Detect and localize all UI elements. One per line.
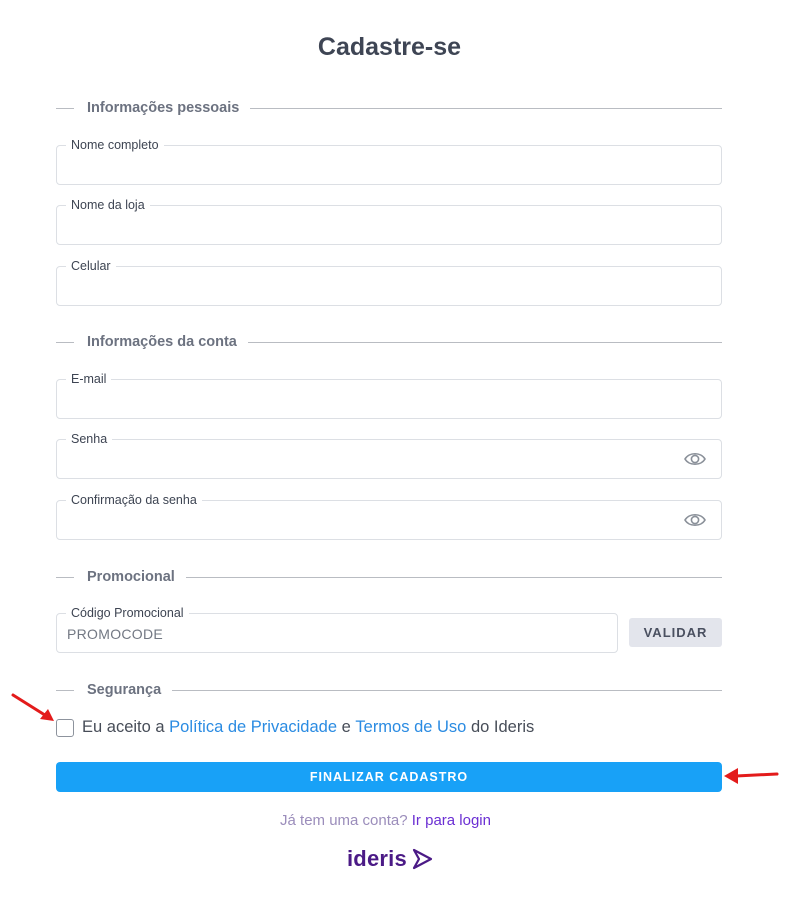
- privacy-policy-link[interactable]: Política de Privacidade: [169, 718, 337, 737]
- promo-code-label: Código Promocional: [66, 605, 189, 621]
- login-question: Já tem uma conta?: [280, 812, 408, 829]
- finish-registration-button[interactable]: FINALIZAR CADASTRO: [56, 762, 722, 792]
- divider: [56, 576, 74, 578]
- section-label: Segurança: [87, 682, 162, 698]
- store-name-label: Nome da loja: [66, 197, 150, 213]
- login-prompt: Já tem uma conta? Ir para login: [0, 812, 771, 829]
- terms-agreement: Eu aceito a Política de Privacidade e Te…: [56, 718, 534, 737]
- divider: [56, 107, 74, 109]
- section-label: Promocional: [87, 569, 175, 585]
- promo-code-field[interactable]: Código Promocional PROMOCODE: [56, 605, 618, 653]
- email-label: E-mail: [66, 371, 112, 387]
- validate-button[interactable]: VALIDAR: [629, 618, 722, 647]
- section-security: Segurança: [56, 680, 722, 700]
- terms-checkbox[interactable]: [56, 718, 74, 737]
- page-title: Cadastre-se: [317, 33, 462, 61]
- store-name-field[interactable]: Nome da loja: [56, 197, 722, 245]
- password-label: Senha: [66, 431, 113, 447]
- phone-field[interactable]: Celular: [56, 258, 722, 306]
- divider: [56, 341, 74, 343]
- full-name-field[interactable]: Nome completo: [56, 137, 722, 185]
- password-confirm-label: Confirmação da senha: [66, 492, 202, 508]
- promo-code-value: PROMOCODE: [67, 626, 164, 642]
- section-personal-info: Informações pessoais: [56, 98, 722, 118]
- divider: [185, 576, 722, 578]
- password-confirm-field[interactable]: Confirmação da senha: [56, 492, 722, 540]
- divider: [172, 689, 722, 691]
- eye-icon[interactable]: [683, 510, 707, 530]
- login-link[interactable]: Ir para login: [412, 812, 491, 829]
- terms-of-use-link[interactable]: Termos de Uso: [355, 718, 466, 737]
- logo-arrow-icon: [412, 848, 433, 870]
- divider: [250, 107, 722, 109]
- terms-connector: e: [341, 718, 351, 736]
- annotation-arrow-icon: [724, 768, 779, 784]
- full-name-label: Nome completo: [66, 137, 164, 153]
- terms-suffix: do Ideris: [470, 718, 535, 736]
- section-label: Informações da conta: [87, 334, 237, 350]
- annotation-arrow-icon: [11, 693, 54, 721]
- ideris-logo: ideris: [347, 846, 434, 872]
- divider: [247, 341, 722, 343]
- section-account-info: Informações da conta: [56, 332, 722, 352]
- terms-prefix: Eu aceito a: [82, 718, 165, 736]
- phone-label: Celular: [66, 258, 116, 274]
- email-field[interactable]: E-mail: [56, 371, 722, 419]
- eye-icon[interactable]: [683, 449, 707, 469]
- section-label: Informações pessoais: [87, 100, 240, 116]
- section-promo: Promocional: [56, 567, 722, 587]
- logo-text: ideris: [347, 846, 407, 871]
- divider: [56, 689, 74, 691]
- password-field[interactable]: Senha: [56, 431, 722, 479]
